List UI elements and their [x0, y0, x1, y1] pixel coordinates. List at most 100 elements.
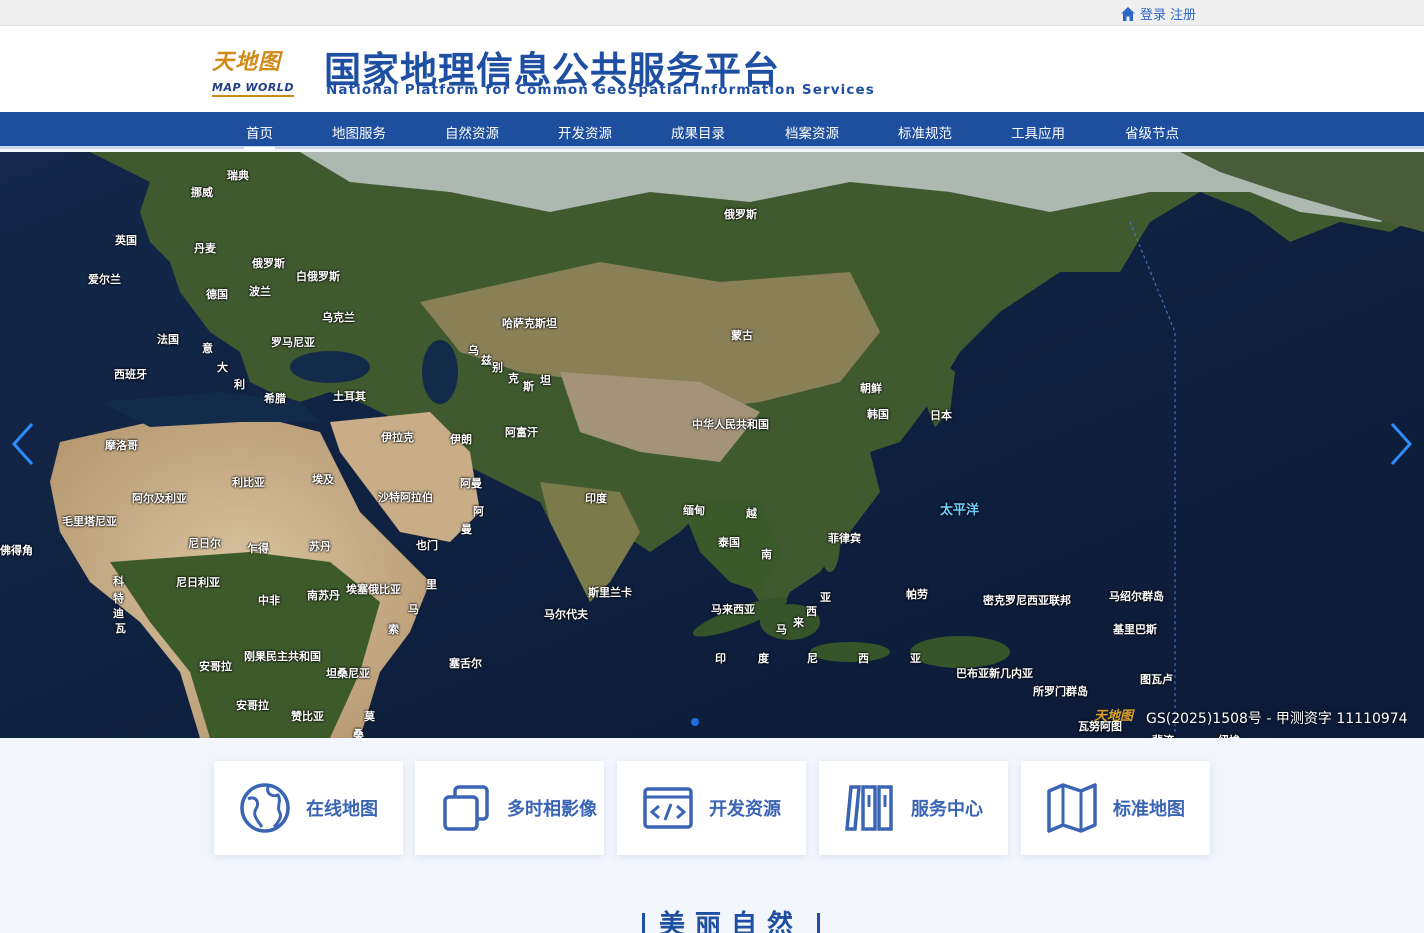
card-label: 标准地图 — [1113, 799, 1185, 820]
map-label: 乍得 — [247, 542, 269, 555]
section-title-left-bar — [642, 912, 645, 933]
map-label: 也门 — [416, 539, 438, 552]
logo-en-text: MAP WORLD — [212, 81, 294, 97]
map-label: 克 — [508, 372, 519, 385]
map-label: 英国 — [115, 234, 137, 247]
map-label: 马尔代夫 — [544, 608, 588, 621]
map-label: 毛里塔尼亚 — [62, 515, 117, 528]
card-standard-map[interactable]: 标准地图 — [1021, 761, 1210, 855]
folded-map-icon — [1047, 783, 1097, 833]
map-label: 韩国 — [867, 408, 889, 421]
map-label: 曼 — [461, 523, 472, 536]
map-label: 斯里兰卡 — [588, 586, 632, 599]
nav-item-catalog[interactable]: 成果目录 — [671, 122, 725, 142]
top-bar: 登录 注册 — [0, 0, 1424, 26]
card-label: 在线地图 — [306, 799, 378, 820]
card-online-map[interactable]: 在线地图 — [214, 761, 403, 855]
code-icon — [643, 787, 693, 829]
map-label: 挪威 — [191, 186, 213, 199]
map-label: 埃及 — [312, 473, 334, 486]
site-header: 天地图 MAP WORLD 国家地理信息公共服务平台 National Plat… — [0, 26, 1424, 112]
map-label: 印度 — [585, 492, 607, 505]
map-label: 大 — [217, 361, 228, 374]
map-label: 德国 — [206, 288, 228, 301]
map-label: 阿曼 — [460, 477, 482, 490]
layers-icon — [443, 785, 489, 831]
map-label: 西 — [858, 652, 869, 665]
login-link[interactable]: 登录 — [1140, 4, 1166, 23]
map-label: 尼 — [807, 652, 818, 665]
map-label: 马 — [408, 603, 419, 616]
map-label: 密克罗尼西亚联邦 — [983, 594, 1071, 607]
nav-item-home[interactable]: 首页 — [244, 122, 275, 150]
map-label: 埃塞俄比亚 — [346, 583, 401, 596]
card-multi-temporal-imagery[interactable]: 多时相影像 — [415, 761, 604, 855]
map-label: 南苏丹 — [307, 589, 340, 602]
map-label: 罗马尼亚 — [271, 336, 315, 349]
map-label: 乌 — [468, 344, 479, 357]
map-label: 中华人民共和国 — [692, 418, 769, 431]
section-title-text: 美丽自然 — [659, 910, 804, 933]
map-label: 帕劳 — [906, 588, 928, 601]
map-label: 尼日利亚 — [176, 576, 220, 589]
map-label: 来 — [793, 616, 804, 629]
map-label: 迪 — [113, 607, 124, 620]
nav-item-archives[interactable]: 档案资源 — [785, 122, 839, 142]
map-label: 西班牙 — [114, 368, 147, 381]
map-label: 朝鲜 — [860, 382, 882, 395]
map-label: 俄罗斯 — [252, 257, 285, 270]
map-label: 斐济 — [1152, 732, 1174, 738]
map-label: 别 — [492, 361, 503, 374]
map-label: 蒙古 — [731, 329, 753, 342]
home-icon — [1121, 6, 1135, 21]
map-label: 泰国 — [718, 536, 740, 549]
carousel-indicator-dot[interactable] — [691, 718, 699, 726]
map-label: 莫 — [364, 710, 375, 723]
carousel-prev-arrow-icon[interactable] — [8, 420, 38, 468]
map-label: 丹麦 — [194, 242, 216, 255]
map-label: 沙特阿拉伯 — [378, 491, 433, 504]
map-label: 兹 — [481, 354, 492, 367]
site-logo[interactable]: 天地图 MAP WORLD — [212, 44, 296, 100]
map-label: 塞舌尔 — [449, 657, 482, 670]
map-label: 亚 — [910, 652, 921, 665]
nav-item-natural-resources[interactable]: 自然资源 — [445, 122, 499, 142]
logo-cn-text: 天地图 — [212, 49, 282, 75]
map-label: 阿尔及利亚 — [132, 492, 187, 505]
card-label: 多时相影像 — [507, 799, 597, 820]
map-label: 西 — [806, 605, 817, 618]
section-title-right-bar — [817, 912, 821, 933]
globe-icon — [240, 783, 290, 833]
map-banner[interactable]: 瑞典 挪威 英国 丹麦 俄罗斯 爱尔兰 白俄罗斯 德国 波兰 乌克兰 法国 罗马… — [0, 152, 1424, 738]
map-label: 桑 — [353, 728, 364, 738]
site-subtitle: National Platform for Common GeoSpatial … — [326, 82, 875, 98]
map-label: 赞比亚 — [291, 710, 324, 723]
map-label: 阿富汗 — [505, 426, 538, 439]
map-label: 亚 — [820, 591, 831, 604]
map-label: 伊朗 — [450, 433, 472, 446]
card-dev-resources[interactable]: 开发资源 — [617, 761, 806, 855]
map-label: 佛得角 — [0, 544, 33, 557]
nav-item-tools[interactable]: 工具应用 — [1011, 122, 1065, 142]
map-label: 特 — [113, 592, 124, 605]
nav-item-dev-resources[interactable]: 开发资源 — [558, 122, 612, 142]
quick-links: 在线地图 多时相影像 开发资源 服务中心 标准地图 — [214, 761, 1210, 855]
map-label: 摩洛哥 — [105, 439, 138, 452]
map-label: 坦桑尼亚 — [326, 667, 370, 680]
nav-item-map-services[interactable]: 地图服务 — [332, 122, 386, 142]
map-label: 度 — [758, 652, 769, 665]
nav-item-standards[interactable]: 标准规范 — [898, 122, 952, 142]
carousel-next-arrow-icon[interactable] — [1386, 420, 1416, 468]
map-label: 坦 — [540, 374, 551, 387]
nav-item-provincial-nodes[interactable]: 省级节点 — [1125, 122, 1179, 142]
card-service-center[interactable]: 服务中心 — [819, 761, 1008, 855]
map-label: 马 — [776, 623, 787, 636]
map-label: 缅甸 — [683, 504, 705, 517]
map-label: 太平洋 — [940, 503, 980, 518]
map-watermark-logo: 天地图 — [1094, 709, 1134, 724]
map-label: 白俄罗斯 — [296, 270, 340, 283]
map-label: 阿 — [473, 505, 484, 518]
map-label: 利比亚 — [232, 476, 265, 489]
map-label: 尼日尔 — [188, 537, 221, 550]
register-link[interactable]: 注册 — [1170, 4, 1196, 23]
